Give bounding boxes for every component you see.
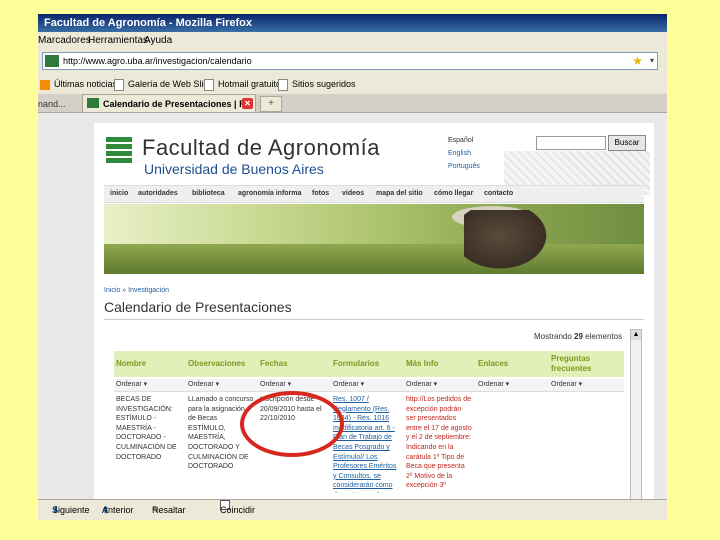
nav-autoridades[interactable]: autoridades — [138, 186, 178, 202]
tab-active[interactable]: Calendario de Presentaciones | F... ✕ — [82, 94, 256, 112]
site-nav: inicio autoridades biblioteca agronomía … — [104, 185, 644, 203]
nav-mapa-sitio[interactable]: mapa del sitio — [376, 186, 423, 202]
nav-biblioteca[interactable]: biblioteca — [192, 186, 225, 202]
nav-videos[interactable]: videos — [342, 186, 364, 202]
bookmarks-bar: Últimas noticias Galería de Web Slice Ho… — [38, 74, 667, 95]
title-bar: Facultad de Agronomía - Mozilla Firefox — [38, 14, 667, 32]
table-header: Nombre Observaciones Fechas Formularios … — [114, 351, 624, 377]
nav-como-llegar[interactable]: cómo llegar — [434, 186, 473, 202]
page-icon — [114, 78, 124, 91]
brand-title: Facultad de Agronomía — [142, 135, 380, 160]
sort-fechas[interactable]: Ordenar ▾ — [260, 379, 291, 391]
cell-mas-info[interactable]: http://Los pedidos de excepción podrán s… — [406, 395, 472, 493]
breadcrumb[interactable]: Inicio » Investigación — [104, 287, 169, 294]
page-title: Calendario de Presentaciones — [104, 299, 292, 315]
sort-enlaces[interactable]: Ordenar ▾ — [478, 379, 509, 391]
tab-previous[interactable]: nand... — [38, 95, 78, 111]
site-search-input[interactable] — [536, 136, 606, 150]
menu-ayuda[interactable]: Ayuda — [144, 32, 172, 50]
col-nombre[interactable]: Nombre — [116, 351, 146, 377]
sort-nombre[interactable]: Ordenar ▾ — [116, 379, 147, 391]
sort-observaciones[interactable]: Ordenar ▾ — [188, 379, 219, 391]
menu-bar: Marcadores Herramientas Ayuda — [38, 32, 667, 50]
new-tab-button[interactable]: + — [260, 96, 282, 112]
sort-mas-info[interactable]: Ordenar ▾ — [406, 379, 437, 391]
site-favicon-icon — [87, 98, 99, 108]
url-field[interactable]: http://www.agro.uba.ar/investigacion/cal… — [42, 52, 658, 70]
cell-nombre: BECAS DE INVESTIGACIÓN: ESTÍMULO - MAEST… — [116, 396, 177, 461]
site-favicon-icon — [45, 55, 59, 67]
window-title: Facultad de Agronomía - Mozilla Firefox — [44, 17, 253, 29]
red-highlight-oval — [240, 391, 344, 457]
sort-row: Ordenar ▾ Ordenar ▾ Ordenar ▾ Ordenar ▾ … — [114, 379, 624, 392]
scroll-up-icon[interactable]: ▲ — [631, 330, 641, 340]
table-scrollbar[interactable]: ▲ — [630, 329, 642, 499]
bookmark-web-slice[interactable]: Galería de Web Slice — [114, 74, 213, 94]
web-page: Facultad de Agronomía Universidad de Bue… — [94, 123, 654, 499]
page-icon — [278, 78, 288, 91]
search-button[interactable]: Buscar — [608, 135, 646, 151]
col-preguntas-frecuentes[interactable]: Preguntas frecuentes — [551, 354, 611, 374]
col-mas-info[interactable]: Más Info — [406, 351, 438, 377]
lang-portugues[interactable]: Português — [448, 163, 480, 170]
col-formularios[interactable]: Formularios — [333, 351, 379, 377]
brand-subtitle: Universidad de Buenos Aires — [144, 161, 324, 177]
lang-english[interactable]: English — [448, 150, 471, 157]
nav-inicio[interactable]: inicio — [110, 186, 128, 202]
col-fechas[interactable]: Fechas — [260, 351, 288, 377]
menu-marcadores[interactable]: Marcadores — [38, 32, 91, 50]
page-viewport: Facultad de Agronomía Universidad de Bue… — [38, 113, 667, 499]
lang-espanol[interactable]: Español — [448, 137, 473, 144]
bookmark-sitios-sugeridos[interactable]: Sitios sugeridos — [278, 74, 356, 94]
close-tab-icon[interactable]: ✕ — [242, 98, 253, 109]
bookmark-hotmail[interactable]: Hotmail gratuito — [204, 74, 281, 94]
col-observaciones[interactable]: Observaciones — [188, 351, 245, 377]
sort-formularios[interactable]: Ordenar ▾ — [333, 379, 364, 391]
url-dropdown-icon[interactable]: ▾ — [650, 53, 654, 69]
bookmark-star-icon[interactable]: ★ — [632, 53, 643, 69]
find-bar: ⬇ Siguiente ⬆ Anterior ✎ Resaltar todo C… — [38, 499, 667, 520]
col-enlaces[interactable]: Enlaces — [478, 351, 508, 377]
rss-icon — [40, 79, 50, 90]
results-count: Mostrando 29 elementos — [534, 332, 623, 341]
title-divider — [104, 319, 644, 320]
nav-contacto[interactable]: contacto — [484, 186, 513, 202]
address-bar: http://www.agro.uba.ar/investigacion/cal… — [38, 50, 667, 74]
hero-banner-image — [104, 204, 644, 274]
sort-preguntas[interactable]: Ordenar ▾ — [551, 379, 582, 391]
bookmark-ultimas-noticias[interactable]: Últimas noticias — [40, 74, 117, 94]
nav-fotos[interactable]: fotos — [312, 186, 329, 202]
nav-agronomia-informa[interactable]: agronomía informa — [238, 186, 301, 202]
tab-active-label: Calendario de Presentaciones | F... — [103, 99, 252, 109]
url-text: http://www.agro.uba.ar/investigacion/cal… — [63, 56, 252, 66]
browser-window: Facultad de Agronomía - Mozilla Firefox … — [38, 14, 667, 520]
menu-herramientas[interactable]: Herramientas — [88, 32, 148, 50]
page-icon — [204, 78, 214, 91]
tab-bar: nand... Calendario de Presentaciones | F… — [38, 94, 667, 113]
cell-formularios-link[interactable]: Res. 1007 / Reglamento (Res. 1034) - Res… — [333, 395, 399, 493]
faculty-logo-icon — [106, 137, 132, 163]
